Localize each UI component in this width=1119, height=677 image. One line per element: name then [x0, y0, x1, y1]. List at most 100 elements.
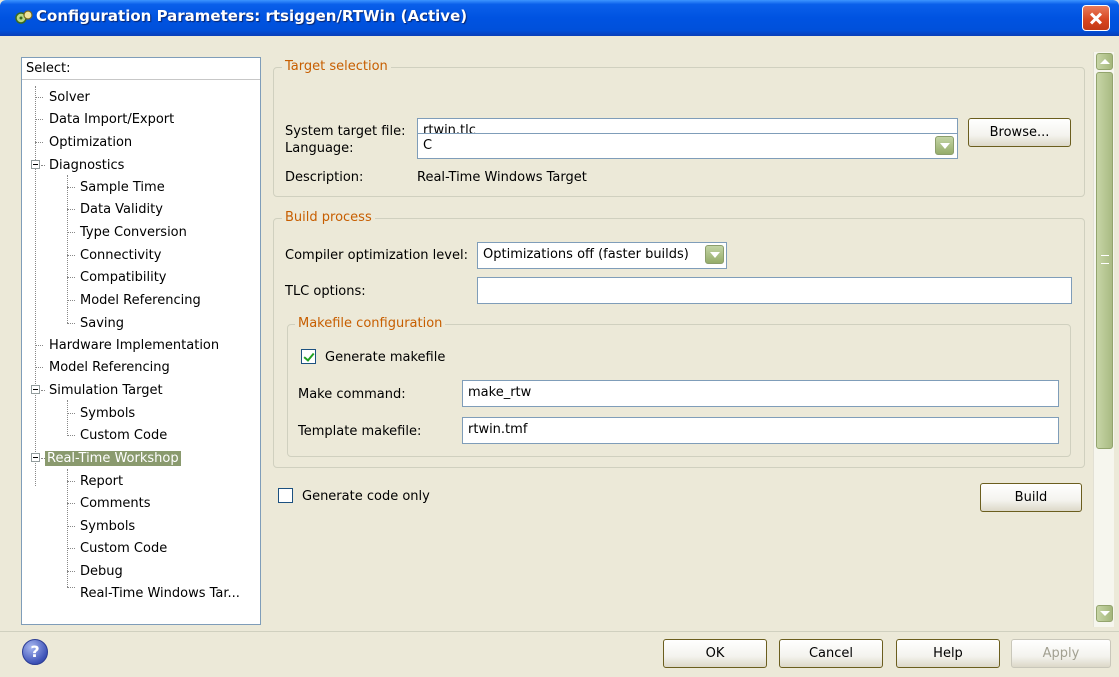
tree-connector — [35, 86, 36, 486]
tree-item-model-referencing[interactable]: Model Referencing — [47, 356, 172, 379]
tree-item-label: Optimization — [49, 135, 133, 150]
tree-connector — [67, 587, 75, 588]
tree-connector — [41, 390, 45, 391]
template-makefile-input[interactable]: rtwin.tmf — [462, 417, 1059, 444]
tree-item-solver[interactable]: Solver — [47, 86, 92, 109]
vertical-scrollbar[interactable] — [1093, 52, 1114, 627]
tree-item-label: Compatibility — [80, 270, 167, 285]
tree-connector — [67, 300, 75, 301]
bottom-separator — [0, 631, 1119, 632]
tree-item-label: Custom Code — [80, 428, 168, 443]
tree-connector — [35, 142, 43, 143]
tree-item-label: Diagnostics — [49, 158, 125, 173]
build-button[interactable]: Build — [980, 483, 1082, 512]
language-combo[interactable]: C — [417, 133, 958, 159]
tree-item-model-referencing-diag[interactable]: Model Referencing — [78, 289, 203, 312]
tree-item-label: Real-Time Windows Tar... — [80, 586, 240, 601]
tree-connector — [35, 345, 43, 346]
tree-item-saving[interactable]: Saving — [78, 312, 126, 335]
tree-connector — [67, 526, 75, 527]
tree-connector — [67, 209, 75, 210]
collapse-icon[interactable] — [31, 160, 40, 169]
browse-button[interactable]: Browse... — [968, 118, 1071, 147]
tree-item-sim-custom-code[interactable]: Custom Code — [78, 424, 169, 447]
scroll-down-icon[interactable] — [1096, 605, 1113, 622]
tree-item-type-conversion[interactable]: Type Conversion — [78, 221, 189, 244]
category-tree[interactable]: Select: Solver Data Import/Export Optimi… — [21, 57, 261, 625]
generate-code-only-checkbox[interactable] — [278, 488, 293, 503]
question-icon[interactable]: ? — [22, 639, 48, 665]
generate-makefile-checkbox[interactable] — [301, 349, 316, 364]
tree-item-label: Model Referencing — [49, 360, 170, 375]
tree-item-real-time-workshop[interactable]: Real-Time Workshop — [45, 447, 181, 470]
tree-connector — [67, 255, 75, 256]
tree-connector — [67, 469, 68, 587]
tree-connector — [67, 481, 75, 482]
tree-connector — [41, 165, 45, 166]
tree-header: Select: — [22, 58, 260, 80]
tree-connector — [67, 435, 75, 436]
scrollbar-thumb[interactable] — [1096, 72, 1113, 449]
generate-code-only-label: Generate code only — [302, 489, 430, 504]
tree-item-label: Sample Time — [80, 180, 165, 195]
tree-item-label: Solver — [49, 90, 90, 105]
chevron-down-icon[interactable] — [705, 245, 724, 264]
tree-connector — [35, 119, 43, 120]
tree-item-hardware-implementation[interactable]: Hardware Implementation — [47, 334, 221, 357]
tree-item-label: Report — [80, 474, 124, 489]
target-selection-legend: Target selection — [282, 59, 391, 75]
makefile-config-legend: Makefile configuration — [295, 316, 446, 332]
ok-button[interactable]: OK — [663, 639, 767, 668]
tree-item-sample-time[interactable]: Sample Time — [78, 176, 167, 199]
tree-item-compatibility[interactable]: Compatibility — [78, 266, 169, 289]
tree-item-label: Data Validity — [80, 202, 163, 217]
tree-item-rtw-custom-code[interactable]: Custom Code — [78, 537, 169, 560]
simulink-gear-icon — [15, 10, 33, 24]
tree-connector — [35, 367, 43, 368]
chevron-down-icon[interactable] — [935, 136, 954, 155]
language-value: C — [423, 138, 433, 153]
tree-item-label: Real-Time Workshop — [45, 451, 181, 466]
cancel-button[interactable]: Cancel — [779, 639, 883, 668]
tree-item-comments[interactable]: Comments — [78, 492, 152, 515]
tree-item-optimization[interactable]: Optimization — [47, 131, 134, 154]
build-process-legend: Build process — [282, 210, 375, 226]
tree-item-label: Data Import/Export — [49, 112, 175, 127]
tree-item-simulation-target[interactable]: Simulation Target — [47, 379, 165, 402]
make-command-input[interactable]: make_rtw — [462, 380, 1059, 407]
tree-connector — [67, 277, 75, 278]
tree-item-label: Custom Code — [80, 541, 168, 556]
tree-connector — [35, 97, 43, 98]
tree-item-label: Connectivity — [80, 248, 162, 263]
tree-item-report[interactable]: Report — [78, 470, 125, 493]
tree-item-data-validity[interactable]: Data Validity — [78, 198, 165, 221]
tree-item-label: Simulation Target — [49, 383, 163, 398]
tree-item-real-time-windows-target[interactable]: Real-Time Windows Tar... — [78, 582, 242, 605]
tree-item-label: Symbols — [80, 519, 136, 534]
collapse-icon[interactable] — [31, 453, 40, 462]
collapse-icon[interactable] — [31, 385, 40, 394]
tree-connector — [67, 400, 68, 436]
system-target-label: System target file: — [285, 124, 406, 139]
tree-item-label: Model Referencing — [80, 293, 201, 308]
tree-item-data-import-export[interactable]: Data Import/Export — [47, 108, 176, 131]
tlc-options-input[interactable] — [477, 277, 1072, 304]
scroll-up-icon[interactable] — [1096, 53, 1113, 70]
template-makefile-label: Template makefile: — [298, 424, 422, 439]
tree-item-sim-symbols[interactable]: Symbols — [78, 402, 137, 425]
compiler-opt-combo[interactable]: Optimizations off (faster builds) — [477, 242, 727, 269]
title-bar[interactable]: Configuration Parameters: rtsiggen/RTWin… — [0, 0, 1119, 36]
tree-item-label: Saving — [80, 316, 125, 331]
tree-item-rtw-symbols[interactable]: Symbols — [78, 515, 137, 538]
tree-item-label: Symbols — [80, 406, 136, 421]
apply-button[interactable]: Apply — [1011, 639, 1111, 668]
tree-item-diagnostics[interactable]: Diagnostics — [47, 154, 126, 177]
description-value: Real-Time Windows Target — [417, 170, 587, 185]
tree-item-connectivity[interactable]: Connectivity — [78, 244, 163, 267]
tree-connector — [67, 413, 75, 414]
close-icon[interactable] — [1082, 5, 1110, 31]
language-label-text: Language: — [285, 141, 354, 156]
tree-item-debug[interactable]: Debug — [78, 560, 125, 583]
help-button[interactable]: Help — [896, 639, 1000, 668]
generate-makefile-label: Generate makefile — [325, 350, 446, 365]
